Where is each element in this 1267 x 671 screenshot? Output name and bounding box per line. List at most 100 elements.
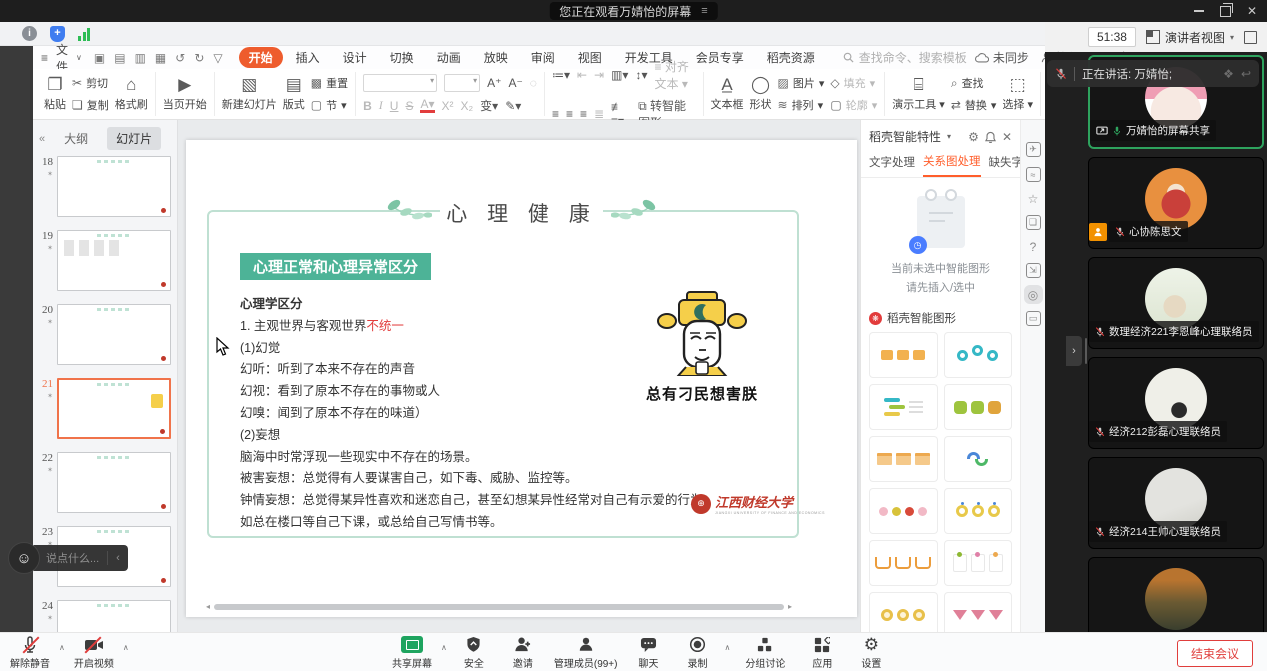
- end-meeting-button[interactable]: 结束会议: [1177, 640, 1253, 667]
- layout-switch-icon[interactable]: ❖: [1223, 67, 1234, 81]
- font-name-combobox[interactable]: [363, 74, 437, 92]
- tab-missing-fonts[interactable]: 缺失字体: [989, 154, 1021, 176]
- sidebar-expand-handle[interactable]: ›: [1066, 336, 1082, 366]
- font-size-combobox[interactable]: [444, 74, 480, 92]
- tab-outline[interactable]: 大纲: [55, 127, 97, 150]
- command-search[interactable]: 查找命令、搜索模板: [843, 49, 967, 66]
- gear-icon[interactable]: ⚙: [968, 130, 979, 144]
- meme-image[interactable]: 总有刁民想害朕: [638, 288, 766, 404]
- undo-icon[interactable]: ↺: [175, 51, 185, 65]
- tab-docer[interactable]: 稻壳资源: [757, 47, 825, 68]
- tab-slideshow[interactable]: 放映: [474, 47, 518, 68]
- signal-bars-icon[interactable]: [78, 27, 90, 41]
- record-button[interactable]: 录制: [679, 636, 715, 670]
- select-button[interactable]: ⬚选择 ▾: [1002, 76, 1033, 112]
- smartart-three-badges[interactable]: [944, 384, 1013, 430]
- slide-title[interactable]: 心 理 健 康: [440, 198, 603, 228]
- slide-thumbnail[interactable]: 20✶: [35, 304, 171, 365]
- italic-button[interactable]: I: [379, 98, 383, 113]
- layout-button[interactable]: ▤版式: [283, 76, 305, 112]
- smartart-arrow-list[interactable]: [869, 384, 938, 430]
- return-icon[interactable]: ↩: [1241, 67, 1251, 81]
- highlight-button[interactable]: ✎▾: [505, 99, 521, 113]
- slide-thumbnail[interactable]: 22✶: [35, 452, 171, 513]
- picture-button[interactable]: ▨图片 ▾: [778, 75, 825, 91]
- sync-status[interactable]: 未同步: [975, 49, 1029, 66]
- smartart-three-boxes[interactable]: [869, 332, 938, 378]
- minimize-icon[interactable]: [1194, 10, 1204, 12]
- reset-button[interactable]: ▩重置: [311, 75, 348, 91]
- bold-button[interactable]: B: [363, 99, 372, 113]
- security-button[interactable]: 安全: [456, 636, 492, 670]
- shield-plus-icon[interactable]: +: [50, 26, 65, 42]
- play-from-page-button[interactable]: ▶当页开始: [163, 76, 207, 112]
- paste-button[interactable]: ❐粘贴: [44, 76, 66, 112]
- participant-tile[interactable]: 数理经济221李恩峰心理联络员: [1088, 257, 1264, 349]
- sidebar-scrollbar[interactable]: [1085, 338, 1087, 364]
- docer-smart-features-icon[interactable]: ◎: [1027, 288, 1040, 301]
- indent-button[interactable]: ⇥: [594, 68, 604, 82]
- help-icon[interactable]: ?: [1027, 240, 1040, 253]
- slide-thumbnail[interactable]: 18✶: [35, 156, 171, 217]
- subscript-button[interactable]: X₂: [461, 99, 474, 113]
- chevron-down-icon[interactable]: ▾: [947, 132, 951, 141]
- increase-font-button[interactable]: A⁺: [487, 76, 501, 90]
- outline-button[interactable]: ▢轮廓 ▾: [830, 97, 877, 113]
- smartart-circle-cluster[interactable]: [944, 332, 1013, 378]
- clear-format-icon[interactable]: ◌: [530, 76, 537, 90]
- banner-menu-icon[interactable]: ≡: [701, 5, 707, 17]
- tab-member[interactable]: 会员专享: [686, 47, 754, 68]
- invite-button[interactable]: 邀请: [505, 636, 541, 670]
- underline-button[interactable]: U: [390, 99, 399, 113]
- tab-home[interactable]: 开始: [239, 47, 283, 68]
- justify-button[interactable]: ≣: [594, 107, 604, 121]
- align-text-button[interactable]: ≡ 对齐文本 ▾: [655, 58, 696, 92]
- hamburger-icon[interactable]: ≡: [41, 51, 48, 65]
- tab-animation[interactable]: 动画: [427, 47, 471, 68]
- slide-thumbnail-selected[interactable]: 21✶: [35, 378, 171, 439]
- manage-members-button[interactable]: 管理成员(99+): [554, 636, 618, 670]
- bullets-button[interactable]: ≔▾: [552, 68, 570, 82]
- smartart-three-cards[interactable]: [944, 540, 1013, 586]
- line-spacing-button[interactable]: ↕▾: [635, 68, 647, 82]
- print-icon[interactable]: ▥: [135, 51, 146, 65]
- save-icon[interactable]: ▣: [94, 51, 105, 65]
- collapse-pane-icon[interactable]: «: [39, 133, 45, 145]
- restore-icon[interactable]: [1220, 6, 1231, 17]
- fullscreen-icon[interactable]: [1244, 31, 1257, 44]
- replace-button[interactable]: ⇄替换 ▾: [951, 97, 997, 113]
- present-tools-button[interactable]: ⌸演示工具 ▾: [892, 76, 945, 112]
- smartart-three-circles[interactable]: [869, 592, 938, 632]
- view-mode-dropdown[interactable]: 演讲者视图 ▾: [1146, 29, 1234, 46]
- properties-icon[interactable]: ≈: [1026, 167, 1041, 182]
- scroll-right-icon[interactable]: ▸: [788, 602, 792, 611]
- find-button[interactable]: ⌕查找: [951, 75, 997, 91]
- text-effects-button[interactable]: 变▾: [480, 97, 498, 114]
- participant-tile[interactable]: ⌄: [1088, 557, 1264, 632]
- breakout-rooms-button[interactable]: 分组讨论: [739, 636, 791, 670]
- start-video-button[interactable]: 开启视频: [74, 636, 114, 670]
- smartart-dot-row[interactable]: [869, 488, 938, 534]
- slide-thumbnail[interactable]: 24✶: [35, 600, 171, 632]
- participant-tile[interactable]: 经济212彭磊心理联络员: [1088, 357, 1264, 449]
- align-center-button[interactable]: ≡: [566, 107, 573, 121]
- selection-pane-icon[interactable]: ▭: [1026, 311, 1041, 326]
- horizontal-scrollbar[interactable]: ◂ ▸: [206, 603, 851, 610]
- cut-button[interactable]: ✂剪切: [72, 75, 109, 91]
- slide-editor[interactable]: 心 理 健 康 心理正常和心理异常区分 心理学区分 1. 主观世界与客观世界不统…: [178, 120, 860, 632]
- info-icon[interactable]: i: [22, 26, 37, 41]
- export-panel-icon[interactable]: ⇲: [1026, 263, 1041, 278]
- close-icon[interactable]: ✕: [1247, 5, 1257, 17]
- tab-insert[interactable]: 插入: [286, 47, 330, 68]
- decrease-font-button[interactable]: A⁻: [508, 76, 522, 90]
- fill-button[interactable]: ◇填充 ▾: [830, 75, 877, 91]
- slide-section-heading[interactable]: 心理正常和心理异常区分: [240, 253, 431, 280]
- redo-icon[interactable]: ↻: [194, 51, 204, 65]
- shape-button[interactable]: ◯形状: [750, 76, 772, 112]
- customize-toolbar-icon[interactable]: ▽: [213, 51, 222, 65]
- smartart-three-u-boxes[interactable]: [869, 540, 938, 586]
- slides-copy-icon[interactable]: ❏: [1026, 215, 1041, 230]
- slide-canvas[interactable]: 心 理 健 康 心理正常和心理异常区分 心理学区分 1. 主观世界与客观世界不统…: [186, 140, 857, 617]
- strikethrough-button[interactable]: S: [405, 99, 413, 113]
- bell-icon[interactable]: [985, 131, 996, 143]
